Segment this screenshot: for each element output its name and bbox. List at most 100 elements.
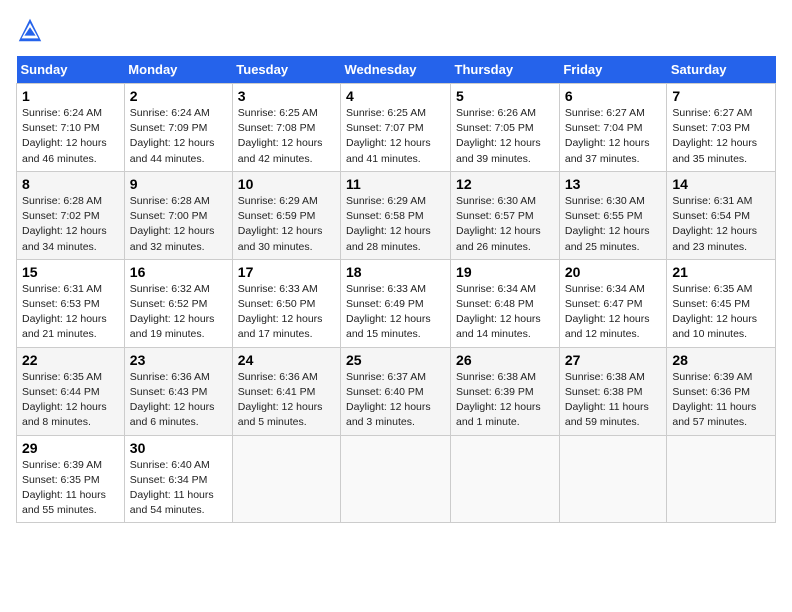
cell-day-number: 7 (672, 88, 770, 104)
cell-day-number: 12 (456, 176, 554, 192)
calendar-cell: 23 Sunrise: 6:36 AMSunset: 6:43 PMDayligh… (124, 347, 232, 435)
calendar-cell: 22 Sunrise: 6:35 AMSunset: 6:44 PMDayligh… (17, 347, 125, 435)
cell-day-number: 21 (672, 264, 770, 280)
calendar-body: 1 Sunrise: 6:24 AMSunset: 7:10 PMDaylight… (17, 84, 776, 523)
calendar-cell: 28Sunrise: 6:39 AMSunset: 6:36 PMDayligh… (667, 347, 776, 435)
calendar-cell: 19 Sunrise: 6:34 AMSunset: 6:48 PMDayligh… (451, 259, 560, 347)
calendar-cell: 24 Sunrise: 6:36 AMSunset: 6:41 PMDayligh… (232, 347, 340, 435)
calendar-cell: 26 Sunrise: 6:38 AMSunset: 6:39 PMDayligh… (451, 347, 560, 435)
cell-day-number: 29 (22, 440, 119, 456)
cell-day-number: 13 (565, 176, 662, 192)
calendar-cell: 18Sunrise: 6:33 AMSunset: 6:49 PMDayligh… (341, 259, 451, 347)
cell-sun-info: Sunrise: 6:40 AMSunset: 6:34 PMDaylight:… (130, 458, 227, 519)
weekday-header-cell: Friday (559, 56, 667, 84)
cell-sun-info: Sunrise: 6:28 AMSunset: 7:02 PMDaylight:… (22, 194, 119, 255)
cell-day-number: 5 (456, 88, 554, 104)
calendar-cell (341, 435, 451, 523)
cell-sun-info: Sunrise: 6:31 AMSunset: 6:53 PMDaylight:… (22, 282, 119, 343)
cell-day-number: 23 (130, 352, 227, 368)
calendar-cell: 7 Sunrise: 6:27 AMSunset: 7:03 PMDaylight… (667, 84, 776, 172)
cell-sun-info: Sunrise: 6:35 AMSunset: 6:44 PMDaylight:… (22, 370, 119, 431)
cell-day-number: 11 (346, 176, 445, 192)
calendar-cell: 17 Sunrise: 6:33 AMSunset: 6:50 PMDayligh… (232, 259, 340, 347)
calendar-cell: 5Sunrise: 6:26 AMSunset: 7:05 PMDaylight… (451, 84, 560, 172)
cell-day-number: 3 (238, 88, 335, 104)
calendar-cell: 10Sunrise: 6:29 AMSunset: 6:59 PMDayligh… (232, 171, 340, 259)
calendar-week-row: 8 Sunrise: 6:28 AMSunset: 7:02 PMDaylight… (17, 171, 776, 259)
cell-sun-info: Sunrise: 6:32 AMSunset: 6:52 PMDaylight:… (130, 282, 227, 343)
weekday-header-cell: Tuesday (232, 56, 340, 84)
cell-day-number: 30 (130, 440, 227, 456)
cell-sun-info: Sunrise: 6:37 AMSunset: 6:40 PMDaylight:… (346, 370, 445, 431)
cell-day-number: 19 (456, 264, 554, 280)
calendar-week-row: 29 Sunrise: 6:39 AMSunset: 6:35 PMDayligh… (17, 435, 776, 523)
cell-day-number: 6 (565, 88, 662, 104)
calendar-cell: 20 Sunrise: 6:34 AMSunset: 6:47 PMDayligh… (559, 259, 667, 347)
cell-sun-info: Sunrise: 6:30 AMSunset: 6:55 PMDaylight:… (565, 194, 662, 255)
calendar-cell: 14 Sunrise: 6:31 AMSunset: 6:54 PMDayligh… (667, 171, 776, 259)
calendar-cell: 1 Sunrise: 6:24 AMSunset: 7:10 PMDaylight… (17, 84, 125, 172)
cell-day-number: 24 (238, 352, 335, 368)
calendar-cell: 30 Sunrise: 6:40 AMSunset: 6:34 PMDayligh… (124, 435, 232, 523)
calendar-cell (559, 435, 667, 523)
cell-sun-info: Sunrise: 6:31 AMSunset: 6:54 PMDaylight:… (672, 194, 770, 255)
calendar-table: SundayMondayTuesdayWednesdayThursdayFrid… (16, 56, 776, 523)
cell-sun-info: Sunrise: 6:24 AMSunset: 7:10 PMDaylight:… (22, 106, 119, 167)
cell-sun-info: Sunrise: 6:39 AMSunset: 6:36 PMDaylight:… (672, 370, 770, 431)
cell-day-number: 17 (238, 264, 335, 280)
cell-sun-info: Sunrise: 6:35 AMSunset: 6:45 PMDaylight:… (672, 282, 770, 343)
calendar-cell: 21 Sunrise: 6:35 AMSunset: 6:45 PMDayligh… (667, 259, 776, 347)
cell-sun-info: Sunrise: 6:33 AMSunset: 6:50 PMDaylight:… (238, 282, 335, 343)
calendar-cell (667, 435, 776, 523)
weekday-header-cell: Wednesday (341, 56, 451, 84)
page-header (16, 16, 776, 44)
cell-sun-info: Sunrise: 6:30 AMSunset: 6:57 PMDaylight:… (456, 194, 554, 255)
calendar-cell: 29 Sunrise: 6:39 AMSunset: 6:35 PMDayligh… (17, 435, 125, 523)
cell-day-number: 1 (22, 88, 119, 104)
weekday-header-cell: Sunday (17, 56, 125, 84)
cell-day-number: 22 (22, 352, 119, 368)
calendar-cell: 27 Sunrise: 6:38 AMSunset: 6:38 PMDayligh… (559, 347, 667, 435)
cell-day-number: 16 (130, 264, 227, 280)
cell-day-number: 2 (130, 88, 227, 104)
cell-day-number: 20 (565, 264, 662, 280)
cell-day-number: 14 (672, 176, 770, 192)
cell-day-number: 27 (565, 352, 662, 368)
cell-sun-info: Sunrise: 6:28 AMSunset: 7:00 PMDaylight:… (130, 194, 227, 255)
cell-sun-info: Sunrise: 6:27 AMSunset: 7:03 PMDaylight:… (672, 106, 770, 167)
calendar-cell: 15 Sunrise: 6:31 AMSunset: 6:53 PMDayligh… (17, 259, 125, 347)
cell-sun-info: Sunrise: 6:25 AMSunset: 7:07 PMDaylight:… (346, 106, 445, 167)
calendar-cell: 11 Sunrise: 6:29 AMSunset: 6:58 PMDayligh… (341, 171, 451, 259)
cell-sun-info: Sunrise: 6:33 AMSunset: 6:49 PMDaylight:… (346, 282, 445, 343)
calendar-cell (451, 435, 560, 523)
cell-sun-info: Sunrise: 6:34 AMSunset: 6:48 PMDaylight:… (456, 282, 554, 343)
logo-icon (16, 16, 44, 44)
cell-sun-info: Sunrise: 6:38 AMSunset: 6:38 PMDaylight:… (565, 370, 662, 431)
cell-sun-info: Sunrise: 6:34 AMSunset: 6:47 PMDaylight:… (565, 282, 662, 343)
calendar-week-row: 15 Sunrise: 6:31 AMSunset: 6:53 PMDayligh… (17, 259, 776, 347)
calendar-cell: 2 Sunrise: 6:24 AMSunset: 7:09 PMDaylight… (124, 84, 232, 172)
cell-day-number: 25 (346, 352, 445, 368)
cell-day-number: 10 (238, 176, 335, 192)
calendar-cell (232, 435, 340, 523)
calendar-cell: 12 Sunrise: 6:30 AMSunset: 6:57 PMDayligh… (451, 171, 560, 259)
logo (16, 16, 48, 44)
cell-sun-info: Sunrise: 6:39 AMSunset: 6:35 PMDaylight:… (22, 458, 119, 519)
cell-day-number: 26 (456, 352, 554, 368)
cell-sun-info: Sunrise: 6:27 AMSunset: 7:04 PMDaylight:… (565, 106, 662, 167)
weekday-header-cell: Thursday (451, 56, 560, 84)
calendar-cell: 16 Sunrise: 6:32 AMSunset: 6:52 PMDayligh… (124, 259, 232, 347)
cell-sun-info: Sunrise: 6:24 AMSunset: 7:09 PMDaylight:… (130, 106, 227, 167)
cell-sun-info: Sunrise: 6:29 AMSunset: 6:58 PMDaylight:… (346, 194, 445, 255)
cell-day-number: 15 (22, 264, 119, 280)
cell-sun-info: Sunrise: 6:38 AMSunset: 6:39 PMDaylight:… (456, 370, 554, 431)
weekday-header-cell: Monday (124, 56, 232, 84)
calendar-cell: 9Sunrise: 6:28 AMSunset: 7:00 PMDaylight… (124, 171, 232, 259)
calendar-cell: 6 Sunrise: 6:27 AMSunset: 7:04 PMDaylight… (559, 84, 667, 172)
cell-sun-info: Sunrise: 6:36 AMSunset: 6:41 PMDaylight:… (238, 370, 335, 431)
calendar-cell: 25 Sunrise: 6:37 AMSunset: 6:40 PMDayligh… (341, 347, 451, 435)
calendar-cell: 3 Sunrise: 6:25 AMSunset: 7:08 PMDaylight… (232, 84, 340, 172)
cell-day-number: 8 (22, 176, 119, 192)
cell-sun-info: Sunrise: 6:25 AMSunset: 7:08 PMDaylight:… (238, 106, 335, 167)
cell-sun-info: Sunrise: 6:36 AMSunset: 6:43 PMDaylight:… (130, 370, 227, 431)
